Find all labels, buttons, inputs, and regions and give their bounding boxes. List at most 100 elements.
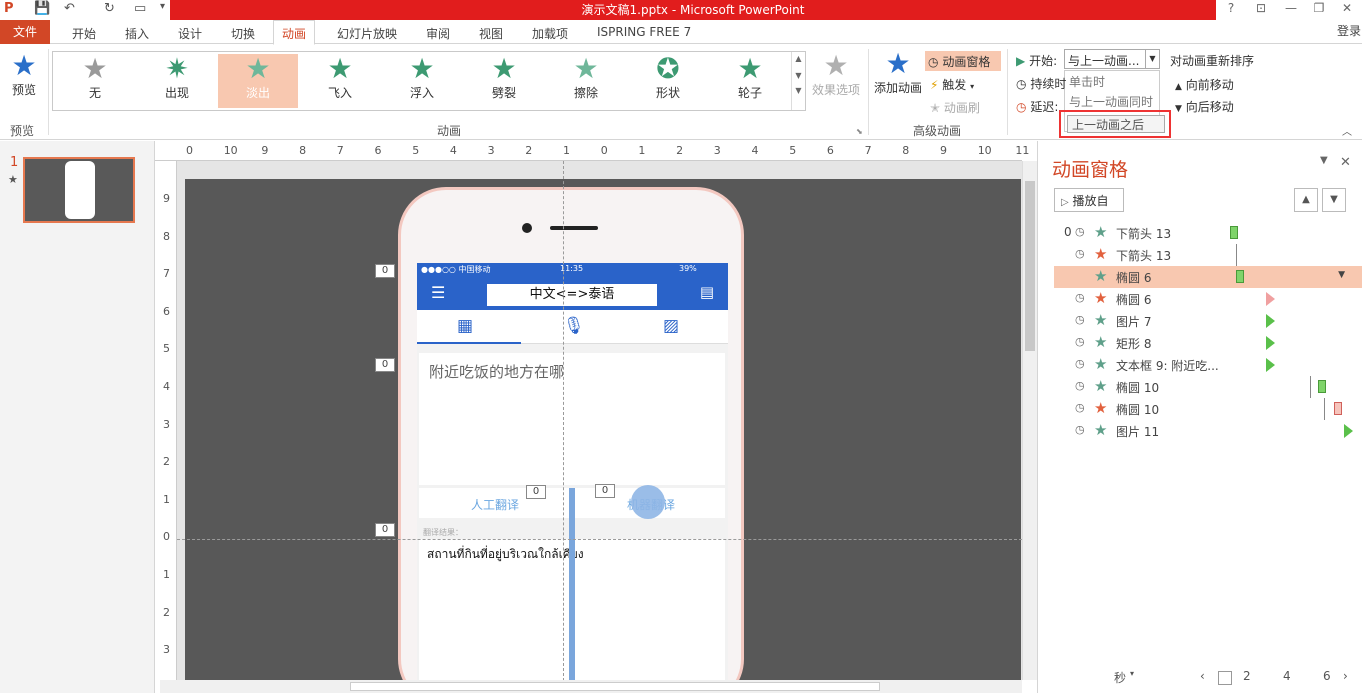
trigger-button[interactable]: ⚡ 触发 ▾ <box>930 76 974 93</box>
scroll-up-icon[interactable]: ▲ <box>792 54 805 63</box>
start-option-on-click[interactable]: 单击时 <box>1065 71 1159 91</box>
keyboard-icon[interactable]: ▦ <box>457 316 473 336</box>
start-option-after-previous[interactable]: 上一动画之后 <box>1067 115 1165 133</box>
animation-tag[interactable]: 0 <box>595 484 615 498</box>
vertical-guide[interactable] <box>563 161 564 681</box>
divider-shape[interactable] <box>569 488 575 681</box>
ribbon-display-icon[interactable]: ⊡ <box>1250 1 1272 15</box>
slide-thumbnail[interactable] <box>23 157 135 223</box>
slide-canvas[interactable]: ●●●○○ 中国移动 11:35 39% ☰ 中文<=>泰语 ▤ ▦ 🎙 ▨ 附… <box>185 179 1021 681</box>
animation-row[interactable]: ◷ ★ 文本框 9: 附近吃... <box>1054 354 1349 376</box>
close-pane-icon[interactable]: ✕ <box>1340 155 1351 170</box>
animation-tag[interactable]: 0 <box>375 523 395 537</box>
qat-customize-icon[interactable]: ▾ <box>160 1 165 12</box>
seconds-unit[interactable]: 秒 <box>1114 669 1126 686</box>
scroll-left-icon[interactable]: ‹ <box>1200 669 1205 683</box>
animation-row[interactable]: ◷ ★ 椭圆 10 <box>1054 398 1349 420</box>
input-card[interactable]: 附近吃饭的地方在哪 <box>419 353 725 485</box>
editor-vertical-scrollbar[interactable] <box>1022 161 1037 680</box>
timeline-triangle[interactable] <box>1266 314 1275 328</box>
timeline-thumb[interactable] <box>1218 671 1232 685</box>
start-slideshow-icon[interactable]: ▭ <box>134 1 146 16</box>
tab-animations[interactable]: 动画 <box>273 20 316 45</box>
ellipse-shape[interactable] <box>631 485 665 519</box>
tab-addins[interactable]: 加载项 <box>532 25 568 42</box>
animation-painter-button[interactable]: ✭ 动画刷 <box>930 99 980 116</box>
start-option-with-previous[interactable]: 与上一动画同时 <box>1065 91 1159 111</box>
scroll-thumb[interactable] <box>350 682 880 691</box>
timeline-triangle[interactable] <box>1266 292 1275 306</box>
animation-row[interactable]: ◷ ★ 椭圆 10 <box>1054 376 1349 398</box>
animation-row[interactable]: ★ 椭圆 6 ▼ <box>1054 266 1362 288</box>
animation-row[interactable]: ◷ ★ 下箭头 13 <box>1054 244 1349 266</box>
animation-row[interactable]: ◷ ★ 图片 7 <box>1054 310 1349 332</box>
minimize-icon[interactable]: — <box>1280 1 1302 15</box>
tab-design[interactable]: 设计 <box>178 25 202 42</box>
timeline-bar[interactable] <box>1230 226 1238 239</box>
animation-row[interactable]: ◷ ★ 矩形 8 <box>1054 332 1349 354</box>
microphone-icon[interactable]: 🎙 <box>563 316 585 336</box>
animation-row[interactable]: 0 ◷ ★ 下箭头 13 <box>1054 222 1349 244</box>
move-up-button[interactable]: ▲ <box>1294 188 1318 212</box>
scroll-thumb[interactable] <box>1025 181 1035 351</box>
tab-slideshow[interactable]: 幻灯片放映 <box>337 25 397 42</box>
redo-icon[interactable]: ↻ <box>104 1 115 16</box>
move-later-button[interactable]: ▼ 向后移动 <box>1175 98 1234 115</box>
timeline-triangle[interactable] <box>1266 336 1275 350</box>
tab-view[interactable]: 视图 <box>479 25 503 42</box>
human-translate[interactable]: 人工翻译 <box>471 496 519 513</box>
chevron-down-icon[interactable]: ▼ <box>1145 50 1159 68</box>
play-from-button[interactable]: ▷ 播放自 <box>1054 188 1124 212</box>
horizontal-guide[interactable] <box>177 539 1022 540</box>
gallery-scrollbar[interactable]: ▲ ▼ ▼ <box>791 52 805 110</box>
scroll-down-icon[interactable]: ▼ <box>792 71 805 80</box>
login-link[interactable]: 登录 <box>1337 22 1361 39</box>
undo-icon[interactable]: ↶ <box>64 1 75 16</box>
chevron-down-icon[interactable]: ▼ <box>1338 270 1345 280</box>
gallery-more-icon[interactable]: ▼ <box>792 86 805 95</box>
gallery-item-wipe[interactable]: ★ 擦除 <box>546 54 626 108</box>
pane-options-icon[interactable]: ▼ <box>1320 155 1328 166</box>
gallery-item-shape[interactable]: ✪ 形状 <box>628 54 708 108</box>
add-animation-button[interactable]: ★ 添加动画 <box>872 49 924 96</box>
animation-tag[interactable]: 0 <box>375 264 395 278</box>
move-earlier-button[interactable]: ▲ 向前移动 <box>1175 76 1234 93</box>
save-icon[interactable]: 💾 <box>34 1 50 16</box>
timeline-bar[interactable] <box>1318 380 1326 393</box>
animation-tag[interactable]: 0 <box>375 358 395 372</box>
timeline-bar[interactable] <box>1236 270 1244 283</box>
restore-icon[interactable]: ❐ <box>1308 1 1330 15</box>
tab-file[interactable]: 文件 <box>0 20 50 44</box>
start-dropdown[interactable]: 与上一动画... ▼ <box>1064 49 1160 69</box>
timeline-triangle[interactable] <box>1266 358 1275 372</box>
image-icon[interactable]: ▨ <box>663 316 679 336</box>
tab-insert[interactable]: 插入 <box>125 25 149 42</box>
effect-options-button[interactable]: ★ 效果选项 <box>810 51 862 98</box>
tab-transitions[interactable]: 切换 <box>231 25 255 42</box>
menu-icon[interactable]: ☰ <box>431 283 445 302</box>
tab-review[interactable]: 审阅 <box>426 25 450 42</box>
animation-tag[interactable]: 0 <box>526 485 546 499</box>
timeline-triangle[interactable] <box>1344 424 1353 438</box>
scroll-right-icon[interactable]: › <box>1343 669 1348 683</box>
gallery-item-fly-in[interactable]: ★ 飞入 <box>300 54 380 108</box>
notes-icon[interactable]: ▤ <box>700 283 714 301</box>
gallery-item-split[interactable]: ★ 劈裂 <box>464 54 544 108</box>
timeline-bar[interactable] <box>1334 402 1342 415</box>
editor-horizontal-scrollbar[interactable] <box>160 680 1022 693</box>
close-icon[interactable]: ✕ <box>1336 1 1358 15</box>
tab-home[interactable]: 开始 <box>72 25 96 42</box>
move-down-button[interactable]: ▼ <box>1322 188 1346 212</box>
collapse-ribbon-icon[interactable]: ︿ <box>1342 123 1352 138</box>
gallery-item-fade[interactable]: ★ 淡出 <box>218 54 298 108</box>
dialog-launcher-icon[interactable]: ⬊ <box>856 127 863 136</box>
animation-row[interactable]: ◷ ★ 椭圆 6 <box>1054 288 1349 310</box>
gallery-item-float-in[interactable]: ★ 浮入 <box>382 54 462 108</box>
preview-button[interactable]: ★ 预览 <box>4 51 44 98</box>
app-title[interactable]: 中文<=>泰语 <box>487 284 657 306</box>
gallery-item-appear[interactable]: ✷ 出现 <box>137 54 217 108</box>
gallery-item-wheel[interactable]: ★ 轮子 <box>710 54 790 108</box>
animation-row[interactable]: ◷ ★ 图片 11 <box>1054 420 1353 442</box>
help-button[interactable]: ? <box>1220 1 1242 15</box>
phone-mockup[interactable]: ●●●○○ 中国移动 11:35 39% ☰ 中文<=>泰语 ▤ ▦ 🎙 ▨ 附… <box>398 187 744 681</box>
